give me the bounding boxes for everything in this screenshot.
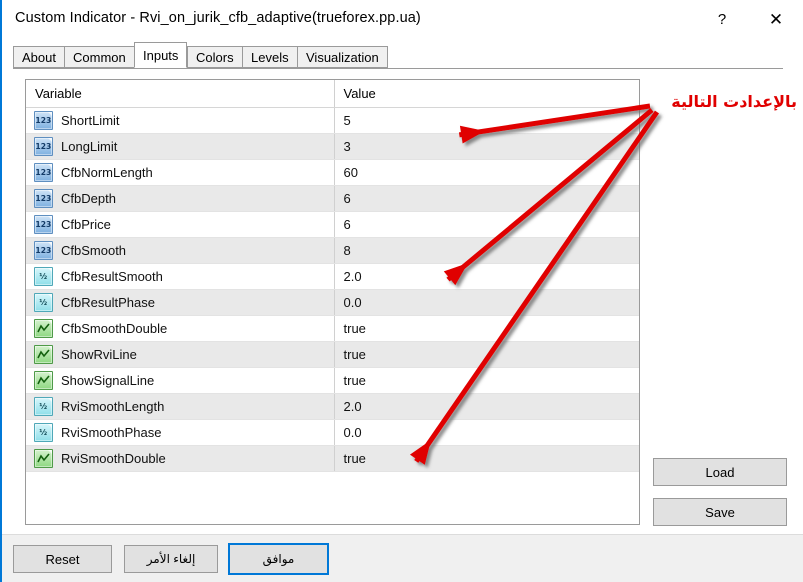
float-half-icon: ½ (34, 267, 53, 286)
inputs-panel: Variable Value 123 ShortLimit 5 123 LongLimi… (25, 79, 640, 525)
float-half-icon: ½ (34, 397, 53, 416)
variable-cell[interactable]: 123 LongLimit (26, 133, 334, 160)
title-bar: Custom Indicator - Rvi_on_jurik_cfb_adap… (2, 0, 803, 39)
bool-line-icon (34, 371, 53, 390)
table-row[interactable]: CfbSmoothDouble true (26, 315, 639, 342)
table-row[interactable]: ShowSignalLine true (26, 367, 639, 394)
ok-button[interactable]: موافق (228, 543, 329, 575)
value-cell[interactable]: 60 (333, 159, 639, 186)
dialog-footer: Reset إلغاء الأمر موافق (2, 534, 803, 582)
value-cell[interactable]: true (333, 315, 639, 342)
value-cell[interactable]: 0.0 (333, 419, 639, 446)
table-row[interactable]: ½ CfbResultPhase 0.0 (26, 289, 639, 316)
inputs-table: Variable Value 123 ShortLimit 5 123 LongLimi… (26, 80, 639, 472)
float-half-icon: ½ (34, 423, 53, 442)
variable-name: CfbSmoothDouble (61, 321, 168, 336)
table-row[interactable]: ShowRviLine true (26, 341, 639, 368)
column-header-variable: Variable (26, 80, 334, 108)
tab-colors[interactable]: Colors (187, 46, 243, 68)
value-cell[interactable]: 5 (333, 107, 639, 134)
table-row[interactable]: 123 ShortLimit 5 (26, 107, 639, 134)
variable-name: LongLimit (61, 139, 118, 154)
variable-name: RviSmoothPhase (61, 425, 162, 440)
tab-about[interactable]: About (13, 46, 65, 68)
custom-indicator-dialog: Custom Indicator - Rvi_on_jurik_cfb_adap… (0, 0, 803, 582)
bool-line-icon (34, 345, 53, 364)
variable-name: RviSmoothDouble (61, 451, 166, 466)
variable-name: CfbDepth (61, 191, 116, 206)
variable-cell[interactable]: 123 CfbDepth (26, 185, 334, 212)
tab-common[interactable]: Common (64, 46, 135, 68)
window-title: Custom Indicator - Rvi_on_jurik_cfb_adap… (15, 10, 421, 26)
load-button[interactable]: Load (653, 458, 787, 486)
variable-cell[interactable]: ShowRviLine (26, 341, 334, 368)
variable-name: ShowRviLine (61, 347, 137, 362)
table-header-row: Variable Value (26, 80, 639, 108)
variable-name: CfbResultPhase (61, 295, 155, 310)
variable-cell[interactable]: ½ RviSmoothPhase (26, 419, 334, 446)
variable-cell[interactable]: CfbSmoothDouble (26, 315, 334, 342)
variable-name: CfbResultSmooth (61, 269, 163, 284)
table-row[interactable]: ½ RviSmoothLength 2.0 (26, 393, 639, 420)
variable-cell[interactable]: RviSmoothDouble (26, 445, 334, 472)
value-cell[interactable]: 2.0 (333, 393, 639, 420)
table-row[interactable]: RviSmoothDouble true (26, 445, 639, 472)
tab-inputs[interactable]: Inputs (134, 42, 188, 68)
table-body: 123 ShortLimit 5 123 LongLimit 3 123 CfbNormLen… (26, 107, 639, 472)
variable-cell[interactable]: ShowSignalLine (26, 367, 334, 394)
variable-name: CfbSmooth (61, 243, 127, 258)
table-row[interactable]: 123 CfbNormLength 60 (26, 159, 639, 186)
int-123-icon: 123 (34, 111, 53, 130)
table-row[interactable]: 123 LongLimit 3 (26, 133, 639, 160)
value-cell[interactable]: 2.0 (333, 263, 639, 290)
table-row[interactable]: 123 CfbDepth 6 (26, 185, 639, 212)
value-cell[interactable]: 6 (333, 211, 639, 238)
variable-name: ShortLimit (61, 113, 120, 128)
variable-cell[interactable]: 123 ShortLimit (26, 107, 334, 134)
tab-visualization[interactable]: Visualization (297, 46, 388, 68)
int-123-icon: 123 (34, 241, 53, 260)
value-cell[interactable]: 0.0 (333, 289, 639, 316)
bool-line-icon (34, 449, 53, 468)
help-icon[interactable]: ? (699, 0, 745, 39)
variable-cell[interactable]: 123 CfbPrice (26, 211, 334, 238)
bool-line-icon (34, 319, 53, 338)
variable-cell[interactable]: ½ CfbResultSmooth (26, 263, 334, 290)
table-row[interactable]: ½ RviSmoothPhase 0.0 (26, 419, 639, 446)
table-row[interactable]: 123 CfbSmooth 8 (26, 237, 639, 264)
value-cell[interactable]: true (333, 367, 639, 394)
cancel-button[interactable]: إلغاء الأمر (124, 545, 218, 573)
int-123-icon: 123 (34, 215, 53, 234)
column-header-value: Value (333, 80, 639, 108)
annotation-text: بالإعدادت التالية (671, 92, 797, 111)
int-123-icon: 123 (34, 137, 53, 156)
value-cell[interactable]: 8 (333, 237, 639, 264)
table-row[interactable]: 123 CfbPrice 6 (26, 211, 639, 238)
variable-name: ShowSignalLine (61, 373, 155, 388)
variable-name: RviSmoothLength (61, 399, 165, 414)
int-123-icon: 123 (34, 163, 53, 182)
tab-strip: About Common Inputs Colors Levels Visual… (13, 42, 783, 69)
table-row[interactable]: ½ CfbResultSmooth 2.0 (26, 263, 639, 290)
float-half-icon: ½ (34, 293, 53, 312)
variable-cell[interactable]: ½ CfbResultPhase (26, 289, 334, 316)
variable-cell[interactable]: 123 CfbSmooth (26, 237, 334, 264)
reset-button[interactable]: Reset (13, 545, 112, 573)
variable-name: CfbNormLength (61, 165, 153, 180)
value-cell[interactable]: true (333, 445, 639, 472)
save-button[interactable]: Save (653, 498, 787, 526)
value-cell[interactable]: 6 (333, 185, 639, 212)
value-cell[interactable]: 3 (333, 133, 639, 160)
value-cell[interactable]: true (333, 341, 639, 368)
tab-levels[interactable]: Levels (242, 46, 298, 68)
int-123-icon: 123 (34, 189, 53, 208)
variable-cell[interactable]: ½ RviSmoothLength (26, 393, 334, 420)
variable-cell[interactable]: 123 CfbNormLength (26, 159, 334, 186)
variable-name: CfbPrice (61, 217, 111, 232)
close-icon[interactable]: ✕ (753, 0, 799, 39)
